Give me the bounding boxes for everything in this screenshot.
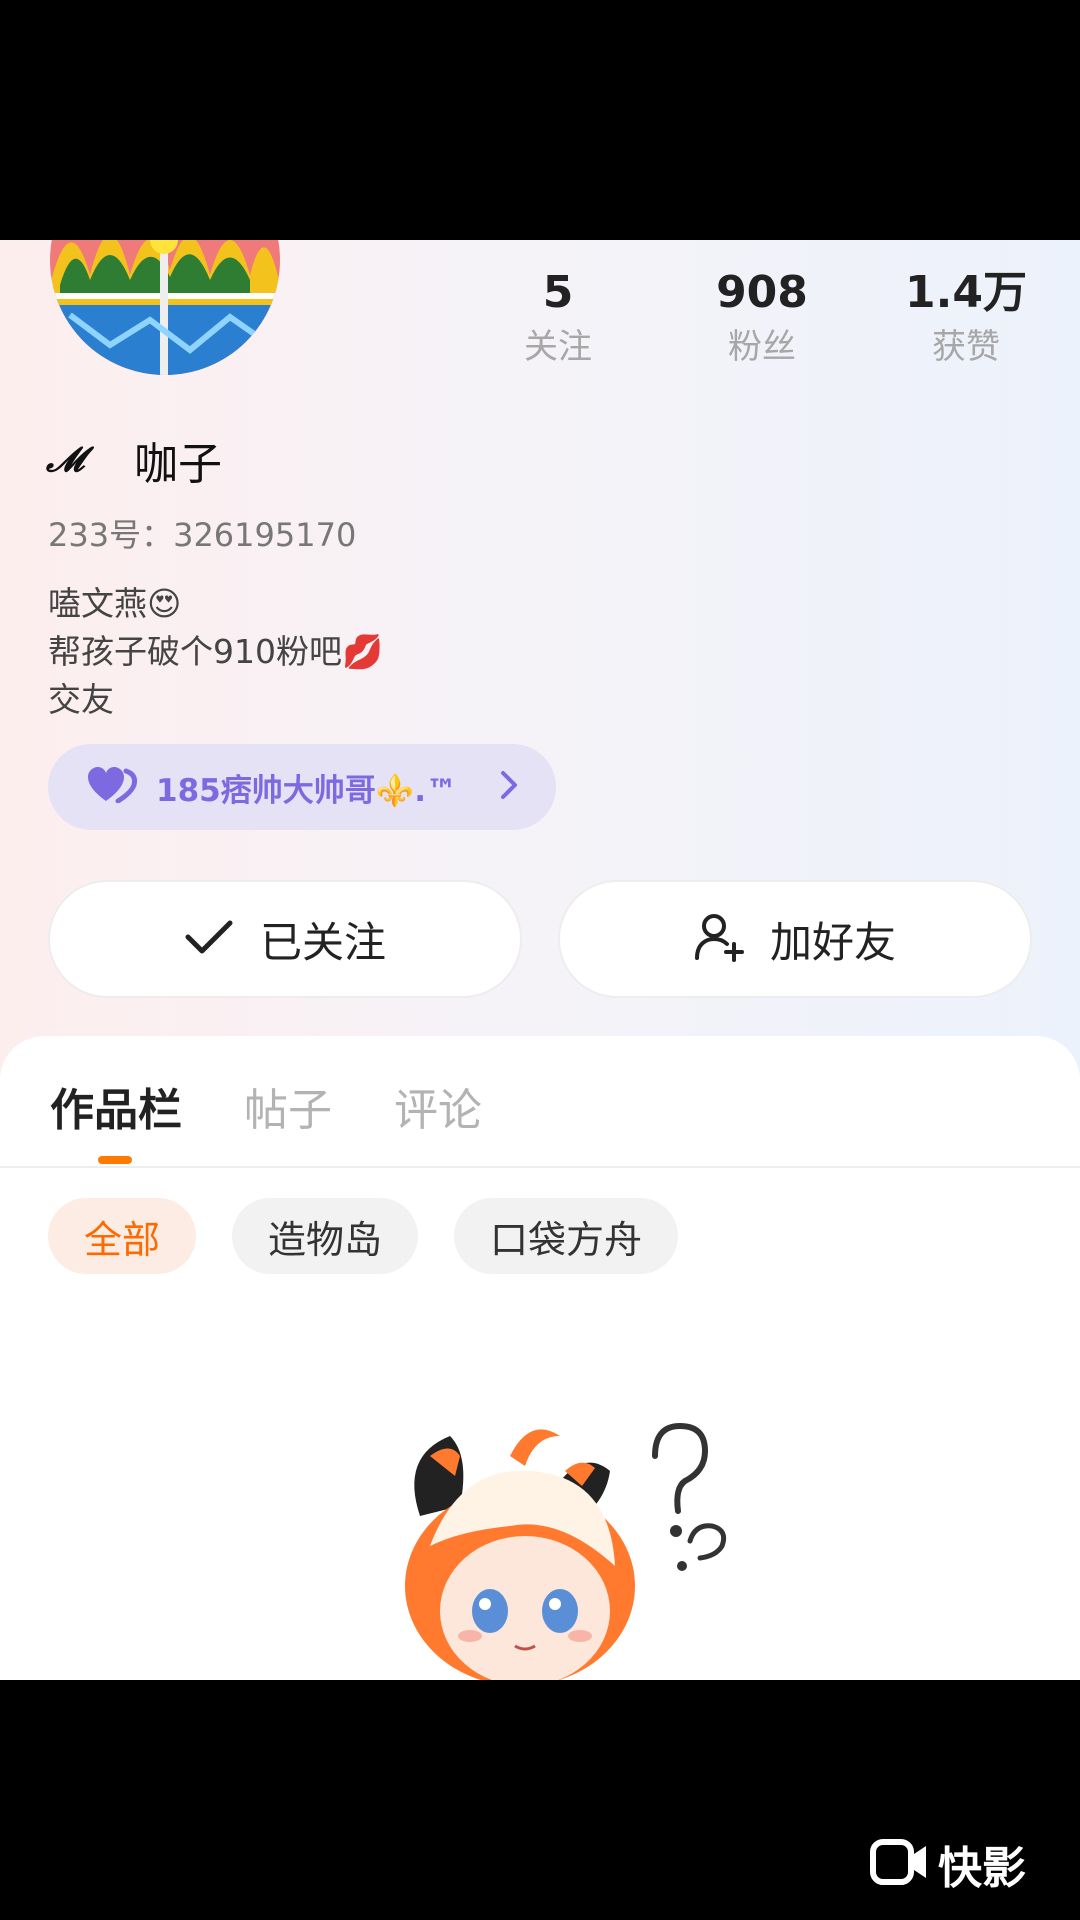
tab-works[interactable]: 作品栏 — [50, 1074, 182, 1138]
add-friend-label: 加好友 — [769, 917, 896, 967]
watermark: 快影 — [870, 1832, 1026, 1896]
content-card: 作品栏 帖子 评论 全部 造物岛 口袋方舟 — [0, 1036, 1080, 1680]
tab-bar: 作品栏 帖子 评论 — [50, 1074, 544, 1138]
name-logo: 𝓜 — [46, 440, 85, 480]
stat-following-value: 5 — [542, 267, 574, 318]
name-row: 𝓜 咖子 — [46, 430, 222, 490]
stat-likes-value: 1.4万 — [905, 267, 1027, 318]
chip-koudaifangzhou[interactable]: 口袋方舟 — [454, 1198, 679, 1274]
stat-fans[interactable]: 908 粉丝 — [672, 266, 852, 372]
tab-indicator — [98, 1156, 132, 1164]
avatar[interactable] — [50, 240, 280, 375]
relationship-badge[interactable]: 185痞帅大帅哥⚜️.™ — [48, 744, 556, 830]
video-camera-icon — [870, 1838, 928, 1890]
stat-likes-label: 获赞 — [932, 327, 1000, 367]
stat-following-label: 关注 — [524, 327, 592, 367]
stat-likes[interactable]: 1.4万 获赞 — [876, 266, 1056, 372]
tab-divider — [0, 1166, 1080, 1168]
chip-all[interactable]: 全部 — [48, 1198, 197, 1274]
heart-icon — [88, 767, 138, 807]
badge-text: 185痞帅大帅哥⚜️.™ — [156, 772, 458, 809]
tab-comments[interactable]: 评论 — [394, 1074, 482, 1138]
add-user-icon — [694, 912, 744, 966]
filter-chips: 全部 造物岛 口袋方舟 — [48, 1198, 714, 1274]
user-id: 233号：326195170 — [48, 516, 357, 554]
chevron-right-icon — [500, 770, 518, 804]
chip-zaowudao[interactable]: 造物岛 — [232, 1198, 419, 1274]
username: 咖子 — [134, 439, 222, 490]
bio-line-1: 嗑文燕😍 — [48, 584, 182, 623]
tab-posts[interactable]: 帖子 — [244, 1074, 332, 1138]
add-friend-button[interactable]: 加好友 — [558, 880, 1032, 998]
stat-fans-value: 908 — [716, 267, 808, 318]
bio: 嗑文燕😍 帮孩子破个910粉吧💋 交友 — [48, 580, 383, 724]
bio-line-3: 交友 — [48, 680, 114, 719]
watermark-text: 快影 — [938, 1843, 1026, 1894]
bio-line-2: 帮孩子破个910粉吧💋 — [48, 632, 384, 671]
followed-label: 已关注 — [259, 917, 386, 967]
check-icon — [184, 917, 234, 961]
empty-state-mascot — [360, 1396, 760, 1680]
profile-screen: 5 关注 908 粉丝 1.4万 获赞 𝓜 咖子 233号：326195170 … — [0, 240, 1080, 1680]
followed-button[interactable]: 已关注 — [48, 880, 522, 998]
stat-following[interactable]: 5 关注 — [468, 266, 648, 372]
stat-fans-label: 粉丝 — [728, 327, 796, 367]
top-black-bar — [0, 0, 1080, 240]
